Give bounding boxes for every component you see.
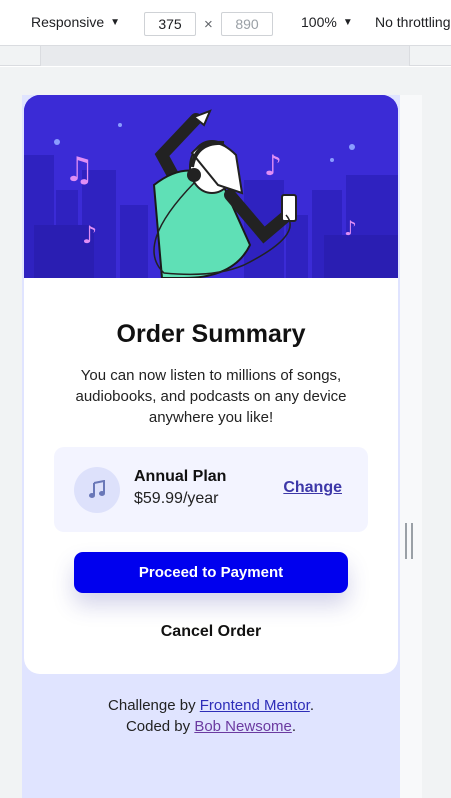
device-viewport: ♫ ♪ ♪ ♪ Order Summary You can now listen… xyxy=(22,95,400,798)
svg-text:♫: ♫ xyxy=(64,150,94,190)
challenge-credit: Challenge by Frontend Mentor. xyxy=(22,695,400,716)
author-link[interactable]: Bob Newsome xyxy=(194,718,292,735)
cancel-order-button[interactable]: Cancel Order xyxy=(24,623,398,641)
coded-prefix: Coded by xyxy=(125,718,195,735)
zoom-dropdown[interactable]: 100% ▼ xyxy=(301,14,353,30)
svg-text:♪: ♪ xyxy=(344,216,357,240)
throttling-label: No throttling xyxy=(375,14,451,30)
order-description: You can now listen to millions of songs,… xyxy=(75,367,347,426)
proceed-to-payment-button[interactable]: Proceed to Payment xyxy=(74,552,348,593)
hero-illustration: ♫ ♪ ♪ ♪ xyxy=(24,95,398,278)
music-note-icon xyxy=(74,467,120,513)
coded-by-credit: Coded by Bob Newsome. xyxy=(22,716,400,737)
svg-text:♪: ♪ xyxy=(82,221,97,249)
caret-down-icon: ▼ xyxy=(342,16,353,28)
coded-suffix: . xyxy=(291,718,297,735)
plan-name: Annual Plan xyxy=(134,468,227,485)
devtools-toolbar: Responsive ▼ 375 × 890 100% ▼ No throttl… xyxy=(0,0,451,46)
viewport-height-input[interactable]: 890 xyxy=(221,12,273,36)
frontend-mentor-link[interactable]: Frontend Mentor xyxy=(200,697,310,714)
hero-illustration-svg: ♫ ♪ ♪ ♪ xyxy=(24,95,398,278)
svg-text:♪: ♪ xyxy=(264,149,282,182)
change-plan-link[interactable]: Change xyxy=(283,479,342,497)
zoom-label: 100% xyxy=(301,14,337,30)
plan-price: $59.99/year xyxy=(134,490,219,507)
viewport-side-strip xyxy=(400,95,422,798)
order-summary-card: ♫ ♪ ♪ ♪ Order Summary You can now listen… xyxy=(24,95,398,674)
challenge-suffix: . xyxy=(309,697,314,714)
ruler-segment[interactable] xyxy=(40,46,410,66)
viewport-resize-handle[interactable] xyxy=(405,523,413,559)
attribution: Challenge by Frontend Mentor. Coded by B… xyxy=(22,695,400,737)
plan-summary: Annual Plan $59.99/year Change xyxy=(54,447,368,532)
dimension-separator: × xyxy=(204,16,213,33)
media-query-ruler xyxy=(0,46,451,66)
viewport-width-input[interactable]: 375 xyxy=(144,12,196,36)
device-mode-label: Responsive xyxy=(31,14,105,30)
page-title: Order Summary xyxy=(116,320,306,348)
throttling-dropdown[interactable]: No throttling xyxy=(375,14,450,30)
challenge-prefix: Challenge by xyxy=(108,697,200,714)
caret-down-icon: ▼ xyxy=(110,16,121,28)
device-mode-dropdown[interactable]: Responsive ▼ xyxy=(31,14,120,30)
